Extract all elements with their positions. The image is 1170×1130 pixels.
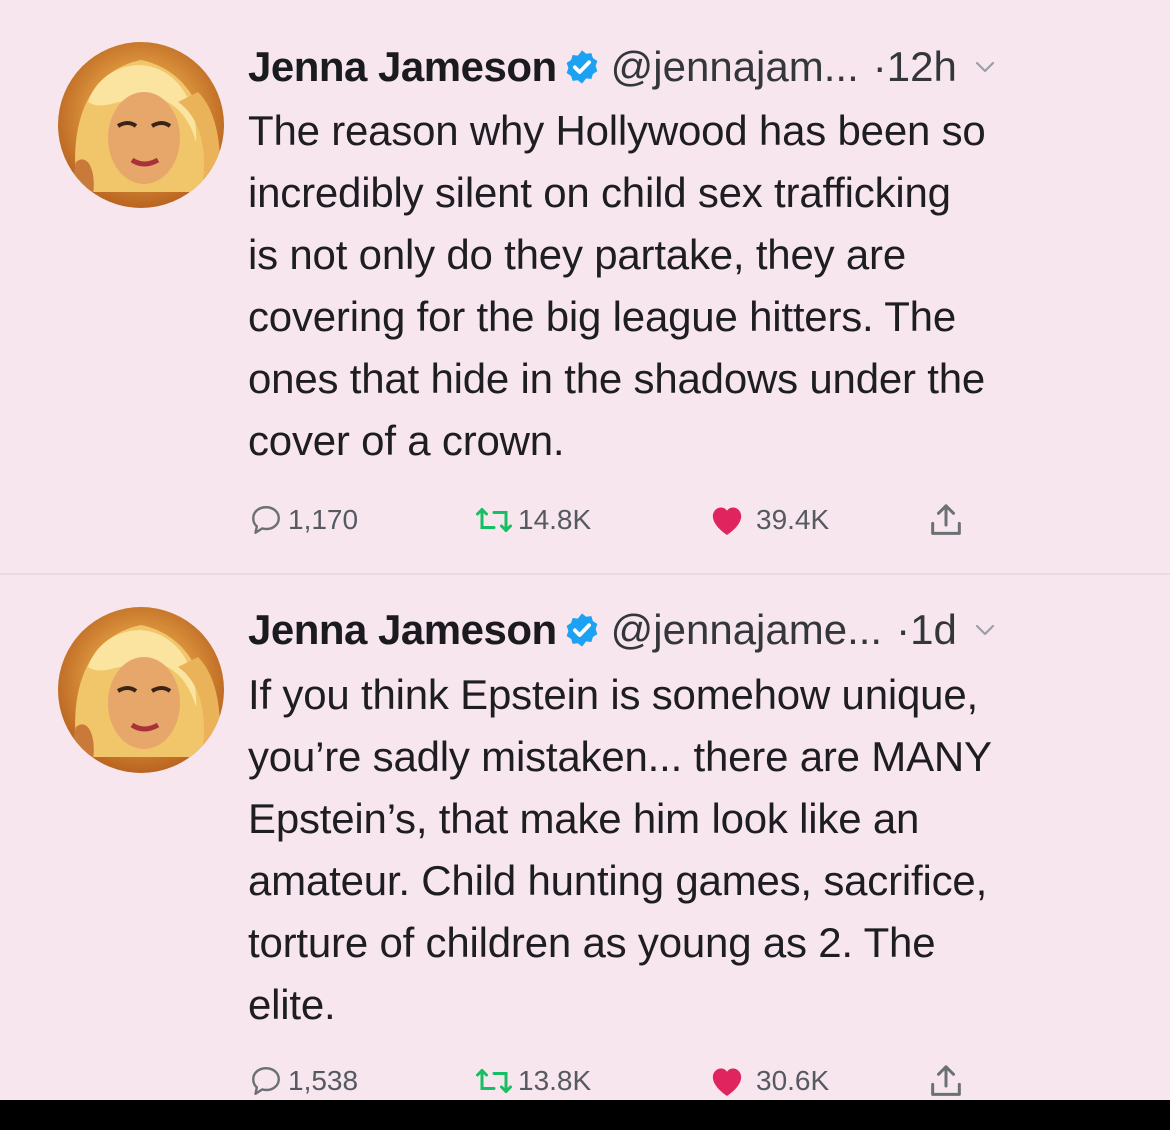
tweet-text-line: incredibly silent on child sex trafficki… (248, 169, 951, 216)
share-icon (931, 504, 961, 535)
tweet-text: The reason why Hollywood has been so inc… (248, 100, 1138, 472)
share-icon (931, 1065, 961, 1096)
tweet-text-line: Epstein’s, that make him look like an (248, 795, 920, 842)
timestamp[interactable]: ·12h (873, 43, 957, 91)
tweet-text-line: torture of children as young as 2. The (248, 919, 936, 966)
like-heart-icon (712, 1068, 742, 1096)
chevron-down-icon[interactable] (973, 618, 997, 642)
avatar-photo (68, 60, 221, 202)
retweet-icon (476, 508, 512, 532)
reply-icon (252, 506, 280, 534)
verified-badge-icon (566, 613, 598, 647)
bottom-letterbox (0, 1100, 1170, 1130)
like-button[interactable]: 30.6K (706, 1059, 829, 1100)
tweet-header: Jenna Jameson @jennajame... ·1d (248, 605, 997, 655)
tweet-text-line: ones that hide in the shadows under the (248, 355, 986, 402)
tweet[interactable]: Jenna Jameson @jennajam... ·12h The reas… (0, 0, 1170, 573)
verified-badge-icon (566, 50, 598, 84)
author-handle[interactable]: @jennajame... (611, 606, 882, 654)
tweet-text-line: cover of a crown. (248, 417, 565, 464)
like-count: 30.6K (756, 1065, 830, 1096)
share-button[interactable] (926, 498, 966, 542)
reply-icon (252, 1067, 280, 1095)
avatar-photo (68, 625, 221, 767)
tweet[interactable]: Jenna Jameson @jennajame... ·1d If you t… (0, 573, 1170, 1100)
tweet-text-line: covering for the big league hitters. The (248, 293, 956, 340)
chevron-down-icon[interactable] (973, 55, 997, 79)
avatar[interactable] (58, 42, 224, 208)
tweet-text-line: If you think Epstein is somehow unique, (248, 671, 978, 718)
tweet-text-line: The reason why Hollywood has been so (248, 107, 986, 154)
like-button[interactable]: 39.4K (706, 498, 829, 542)
reply-button[interactable]: 1,538 (248, 1059, 358, 1100)
author-name[interactable]: Jenna Jameson (248, 43, 557, 91)
tweet-header: Jenna Jameson @jennajam... ·12h (248, 42, 997, 92)
share-button[interactable] (926, 1059, 966, 1100)
author-handle[interactable]: @jennajam... (611, 43, 859, 91)
tweet-text-line: you’re sadly mistaken... there are MANY (248, 733, 992, 780)
reply-count: 1,170 (288, 504, 359, 535)
tweet-text-line: amateur. Child hunting games, sacrifice, (248, 857, 988, 904)
tweet-text: If you think Epstein is somehow unique, … (248, 664, 1138, 1036)
retweet-icon (476, 1069, 512, 1093)
retweet-button[interactable]: 13.8K (474, 1059, 591, 1100)
like-count: 39.4K (756, 504, 830, 535)
avatar[interactable] (58, 607, 224, 773)
author-name[interactable]: Jenna Jameson (248, 606, 557, 654)
tweet-text-line: is not only do they partake, they are (248, 231, 906, 278)
reply-button[interactable]: 1,170 (248, 498, 358, 542)
retweet-count: 13.8K (518, 1065, 592, 1096)
retweet-button[interactable]: 14.8K (474, 498, 591, 542)
tweet-text-line: elite. (248, 981, 336, 1028)
like-heart-icon (712, 507, 742, 535)
timestamp[interactable]: ·1d (896, 606, 957, 654)
reply-count: 1,538 (288, 1065, 359, 1096)
tweet-screenshot: Jenna Jameson @jennajam... ·12h The reas… (0, 0, 1170, 1100)
retweet-count: 14.8K (518, 504, 592, 535)
